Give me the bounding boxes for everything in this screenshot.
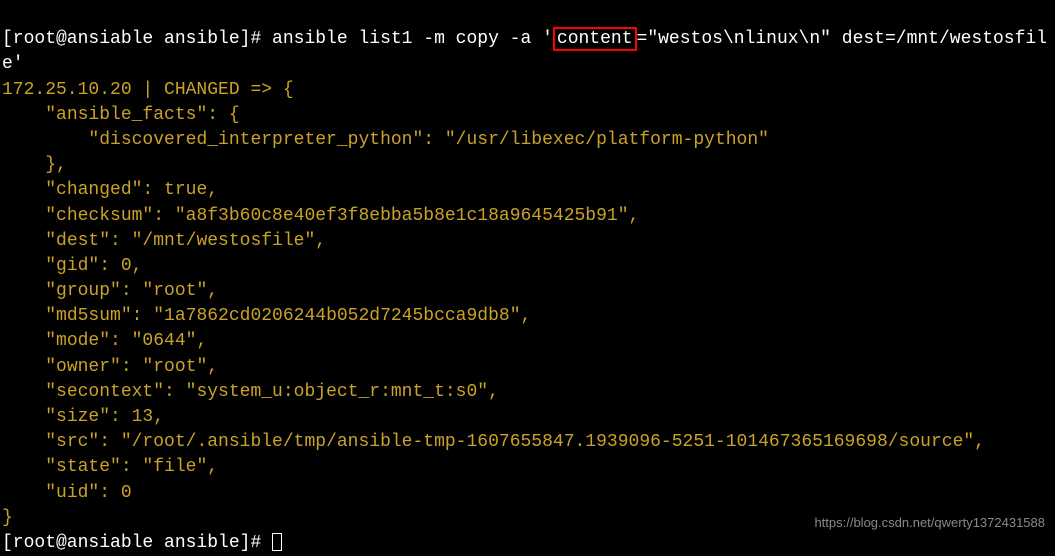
output-close-brace: } [2, 508, 13, 528]
output-gid: "gid": 0, [2, 256, 142, 276]
output-facts-open: "ansible_facts": { [2, 105, 240, 125]
output-size: "size": 13, [2, 407, 164, 427]
output-uid: "uid": 0 [2, 483, 132, 503]
command-part-1: ansible list1 -m copy -a ' [272, 29, 553, 49]
output-facts-close: }, [2, 155, 67, 175]
terminal-output[interactable]: [root@ansiable ansible]# ansible list1 -… [2, 2, 1053, 556]
output-md5sum: "md5sum": "1a7862cd0206244b052d7245bcca9… [2, 306, 531, 326]
output-owner: "owner": "root", [2, 357, 218, 377]
watermark-text: https://blog.csdn.net/qwerty1372431588 [814, 514, 1045, 532]
output-secontext: "secontext": "system_u:object_r:mnt_t:s0… [2, 382, 499, 402]
output-src: "src": "/root/.ansible/tmp/ansible-tmp-1… [2, 432, 985, 452]
highlighted-content-keyword: content [553, 27, 637, 51]
output-checksum: "checksum": "a8f3b60c8e40ef3f8ebba5b8e1c… [2, 206, 639, 226]
output-mode: "mode": "0644", [2, 331, 207, 351]
terminal-cursor [272, 533, 282, 551]
shell-prompt-2: [root@ansiable ansible]# [2, 533, 272, 553]
shell-prompt-1: [root@ansiable ansible]# [2, 29, 272, 49]
output-interpreter: "discovered_interpreter_python": "/usr/l… [2, 130, 769, 150]
output-state: "state": "file", [2, 457, 218, 477]
output-changed-key: "changed": [2, 180, 164, 200]
output-group: "group": "root", [2, 281, 218, 301]
output-changed-val: true [164, 180, 207, 200]
output-host-status: 172.25.10.20 | CHANGED => { [2, 80, 294, 100]
output-dest: "dest": "/mnt/westosfile", [2, 231, 326, 251]
output-changed-comma: , [207, 180, 218, 200]
